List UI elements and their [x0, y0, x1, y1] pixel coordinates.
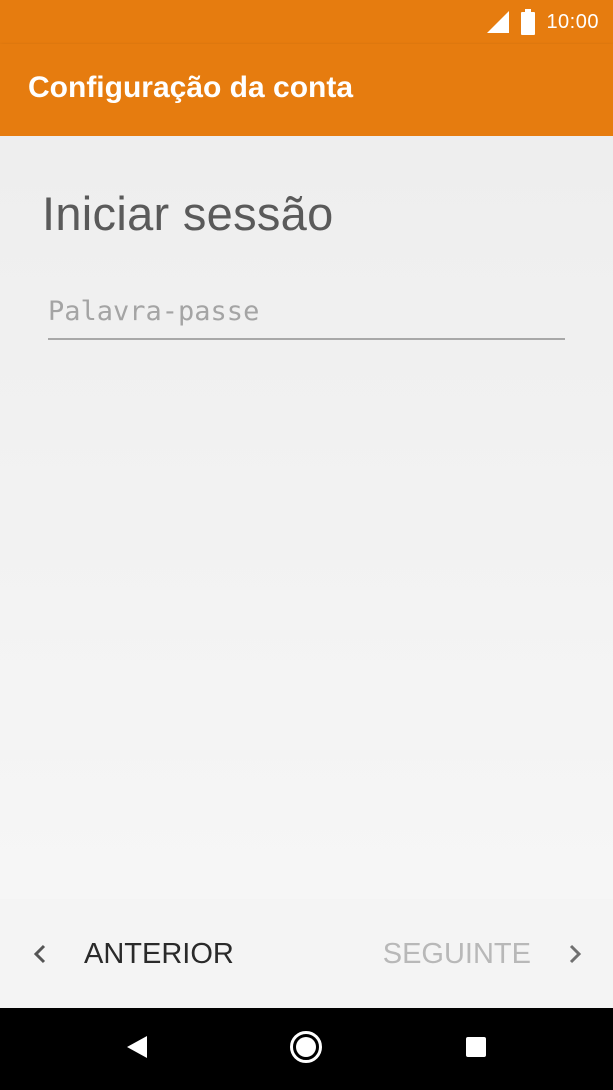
- previous-button-label: ANTERIOR: [84, 937, 234, 970]
- battery-icon: [520, 9, 536, 35]
- home-circle-icon: [289, 1030, 323, 1068]
- status-icons: 10:00: [486, 8, 599, 36]
- status-time: 10:00: [546, 10, 599, 33]
- sign-in-content: Iniciar sessão: [0, 136, 613, 899]
- chevron-right-icon: [567, 943, 583, 965]
- signal-icon: [486, 10, 510, 34]
- chevron-left-icon: [32, 943, 48, 965]
- app-title: Configuração da conta: [28, 71, 354, 104]
- app-bar: Configuração da conta: [0, 44, 613, 136]
- page-heading: Iniciar sessão: [42, 187, 334, 240]
- next-button-label: SEGUINTE: [382, 937, 531, 970]
- status-bar: 10:00: [0, 0, 613, 44]
- recents-square-icon: [464, 1035, 488, 1063]
- back-triangle-icon: [125, 1034, 149, 1064]
- system-back-button[interactable]: [97, 1008, 177, 1090]
- system-home-button[interactable]: [266, 1008, 346, 1090]
- bottom-navigation: ANTERIOR SEGUINTE: [0, 899, 613, 1008]
- system-navigation-bar: [0, 1008, 613, 1090]
- previous-button[interactable]: ANTERIOR: [32, 926, 234, 982]
- system-recents-button[interactable]: [436, 1008, 516, 1090]
- next-button[interactable]: SEGUINTE: [383, 926, 583, 982]
- password-input[interactable]: [48, 288, 565, 340]
